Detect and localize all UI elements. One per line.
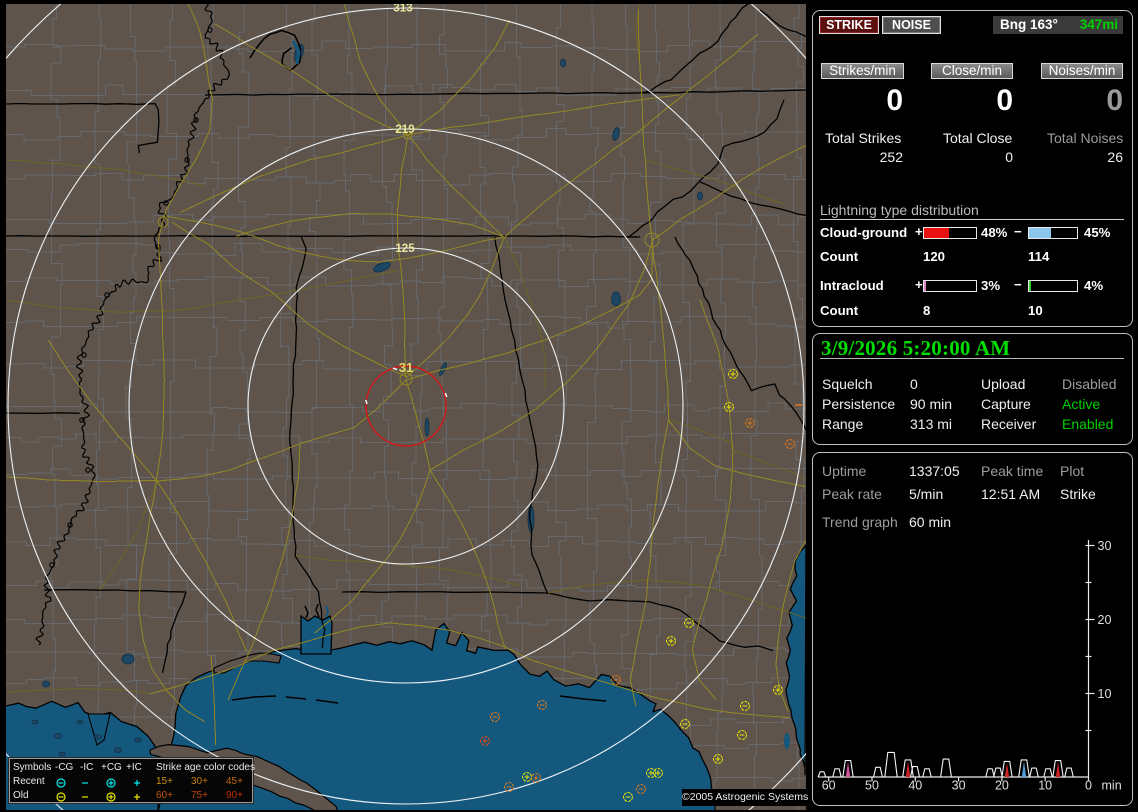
svg-text:50: 50 — [865, 779, 879, 793]
svg-text:313: 313 — [393, 4, 412, 15]
svg-text:10: 10 — [1038, 779, 1052, 793]
svg-text:0: 0 — [1085, 779, 1092, 793]
svg-text:min: min — [1102, 779, 1122, 793]
svg-text:30: 30 — [952, 779, 966, 793]
svg-text:40: 40 — [908, 779, 922, 793]
svg-text:219: 219 — [395, 124, 414, 136]
svg-text:10: 10 — [1098, 687, 1112, 701]
svg-text:20: 20 — [995, 779, 1009, 793]
svg-text:60: 60 — [822, 779, 836, 793]
svg-text:30: 30 — [1098, 539, 1112, 553]
svg-text:20: 20 — [1098, 613, 1112, 627]
svg-text:31: 31 — [399, 360, 413, 375]
svg-text:125: 125 — [395, 243, 415, 255]
